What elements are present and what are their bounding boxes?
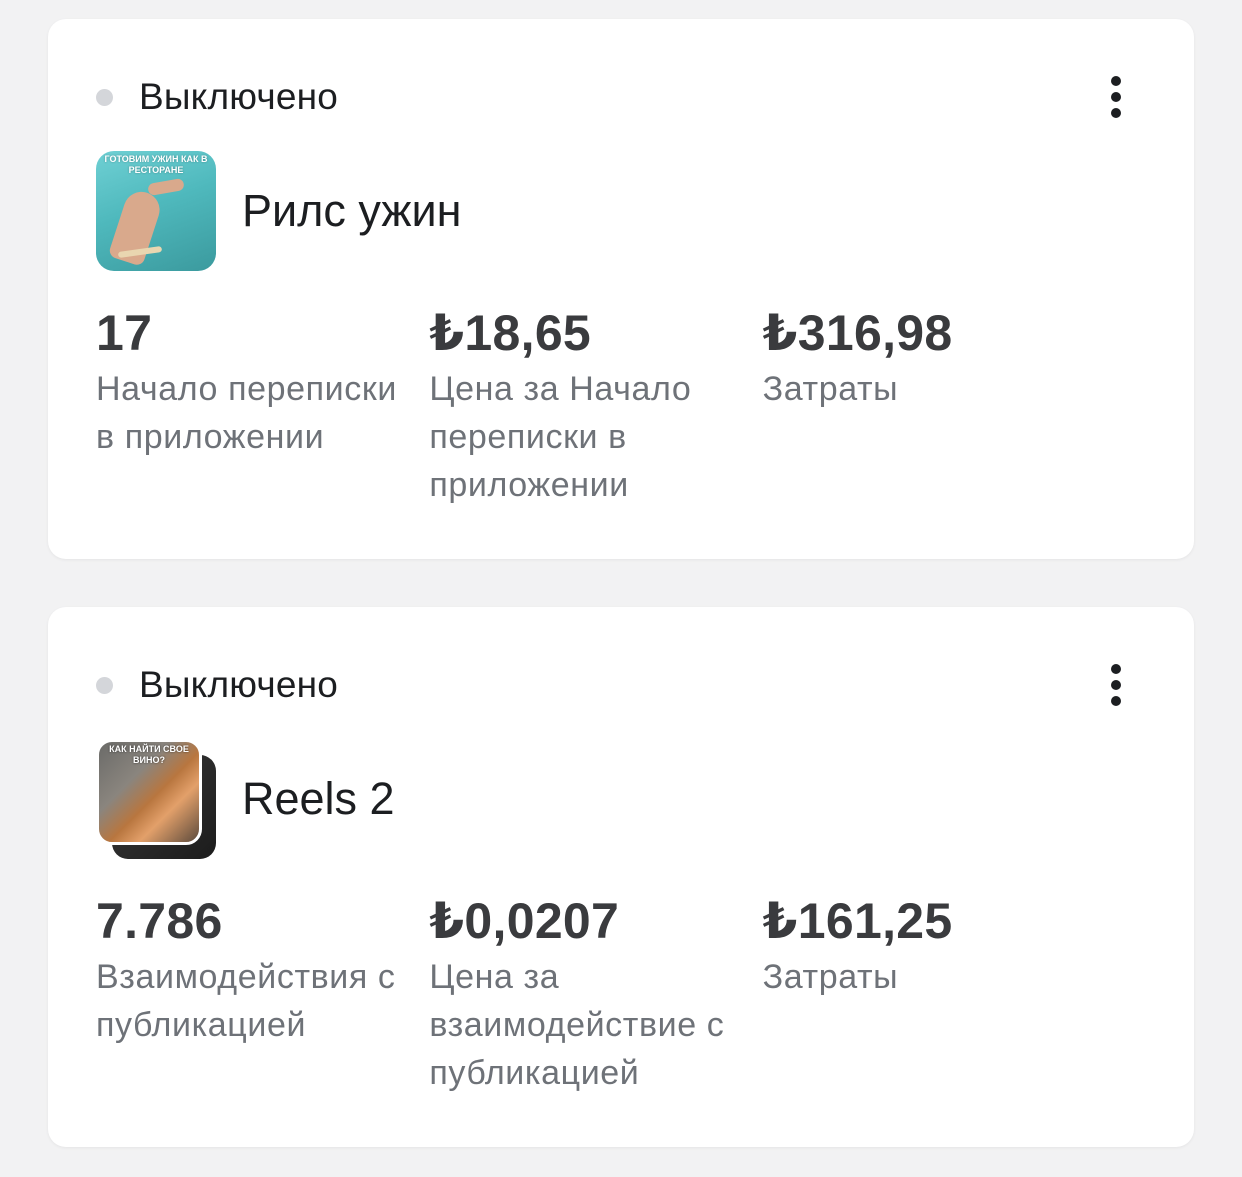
metric-label: Начало переписки в приложении bbox=[96, 370, 397, 456]
ad-card[interactable]: Выключено КАК НАЙТИ СВОЕ ВИНО? Reels 2 7… bbox=[48, 607, 1194, 1147]
metric-value: ₺316,98 bbox=[762, 305, 953, 361]
metric-results: 17 Начало переписки в приложении bbox=[96, 305, 429, 509]
metric-label: Взаимодействия с публикацией bbox=[96, 958, 396, 1044]
more-vertical-icon[interactable] bbox=[1096, 71, 1136, 123]
ad-header[interactable]: ГОТОВИМ УЖИН КАК В РЕСТОРАНЕ Рилс ужин bbox=[96, 151, 462, 271]
metric-value: 7.786 bbox=[96, 893, 223, 949]
ad-name: Reels 2 bbox=[242, 773, 395, 824]
more-vertical-icon[interactable] bbox=[1096, 659, 1136, 711]
status-dot-icon bbox=[96, 676, 113, 694]
metric-spend: ₺316,98 Затраты bbox=[763, 305, 1096, 509]
status-row: Выключено bbox=[96, 71, 338, 123]
status-row: Выключено bbox=[96, 659, 338, 711]
metric-value: ₺0,0207 bbox=[429, 893, 620, 949]
status-label: Выключено bbox=[139, 76, 339, 117]
ad-thumbnail-stack: КАК НАЙТИ СВОЕ ВИНО? bbox=[96, 739, 216, 859]
metric-cost-per-result: ₺18,65 Цена за Начало переписки в прилож… bbox=[429, 305, 762, 509]
metric-label: Цена за взаимодействие с публикацией bbox=[429, 958, 725, 1092]
ad-thumbnail: ГОТОВИМ УЖИН КАК В РЕСТОРАНЕ bbox=[96, 151, 216, 271]
metrics-row: 7.786 Взаимодействия с публикацией ₺0,02… bbox=[96, 893, 1096, 1097]
ad-header[interactable]: КАК НАЙТИ СВОЕ ВИНО? Reels 2 bbox=[96, 739, 395, 859]
metric-value: ₺161,25 bbox=[762, 893, 953, 949]
ad-name: Рилс ужин bbox=[242, 185, 462, 236]
metric-label: Затраты bbox=[762, 370, 899, 408]
metric-spend: ₺161,25 Затраты bbox=[763, 893, 1096, 1097]
metric-label: Цена за Начало переписки в приложении bbox=[429, 370, 692, 504]
metric-value: ₺18,65 bbox=[429, 305, 592, 361]
status-dot-icon bbox=[96, 88, 113, 106]
metrics-row: 17 Начало переписки в приложении ₺18,65 … bbox=[96, 305, 1096, 509]
thumbnail-caption: ГОТОВИМ УЖИН КАК В РЕСТОРАНЕ bbox=[104, 154, 208, 175]
metric-results: 7.786 Взаимодействия с публикацией bbox=[96, 893, 429, 1097]
thumbnail-caption: КАК НАЙТИ СВОЕ ВИНО? bbox=[109, 744, 189, 765]
metric-value: 17 bbox=[96, 305, 153, 361]
metric-label: Затраты bbox=[762, 958, 899, 996]
ad-card[interactable]: Выключено ГОТОВИМ УЖИН КАК В РЕСТОРАНЕ Р… bbox=[48, 19, 1194, 559]
status-label: Выключено bbox=[139, 664, 339, 705]
metric-cost-per-result: ₺0,0207 Цена за взаимодействие с публика… bbox=[429, 893, 762, 1097]
